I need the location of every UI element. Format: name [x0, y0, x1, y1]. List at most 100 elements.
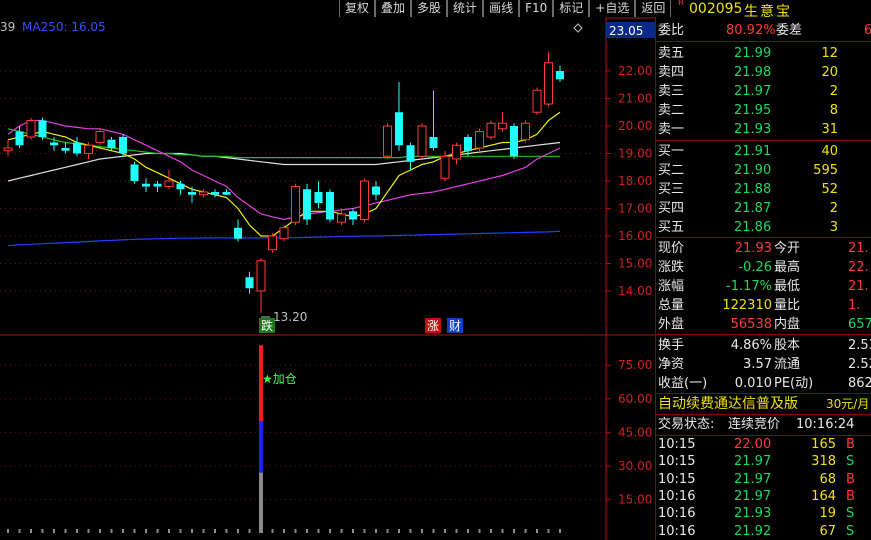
ask-row[interactable]: 卖四 21.98 20 — [656, 63, 871, 82]
fin-value: 2.53 — [848, 338, 871, 353]
fin-value: 862 — [848, 376, 871, 391]
candle[interactable] — [26, 117, 36, 140]
tag-up[interactable]: 涨 — [427, 318, 439, 333]
candle-body — [475, 131, 484, 149]
promo-banner[interactable]: 自动续费通达信普及版 30元/月 — [656, 395, 871, 414]
book-label: 买五 — [658, 220, 685, 235]
indicator-base-mark — [99, 529, 101, 533]
stat-value: -0.26 — [738, 260, 772, 275]
toolbar-button-2[interactable]: 多股 — [411, 0, 448, 17]
stat-row: 涨跌 -0.26 最高 22. — [656, 258, 871, 277]
book-label: 卖四 — [658, 65, 685, 80]
candle-body — [256, 260, 266, 292]
candle[interactable] — [130, 161, 139, 184]
candle-body — [279, 227, 289, 240]
book-price: 21.95 — [734, 103, 772, 118]
ask-row[interactable]: 卖一 21.93 31 — [656, 120, 871, 139]
tick-side: S — [846, 454, 855, 470]
toolbar-button-1[interactable]: 叠加 — [375, 0, 412, 17]
candle[interactable] — [119, 134, 127, 157]
weicha-label: 委差 — [776, 23, 803, 38]
trade-status-value: 连续竞价 — [728, 417, 781, 432]
tick-row: 10:16 21.93 19 S — [656, 505, 871, 522]
fin-label: 流通 — [774, 357, 801, 372]
candle[interactable] — [326, 189, 334, 223]
tick-time: 10:16 — [658, 523, 696, 539]
ask-row[interactable]: 卖五 21.99 12 — [656, 44, 871, 63]
stat-label: 最高 — [774, 260, 801, 275]
fin-label: 股本 — [774, 338, 801, 353]
book-price: 21.88 — [734, 182, 772, 197]
candle[interactable] — [303, 183, 311, 225]
toolbar-button-0[interactable]: 复权 — [339, 0, 376, 17]
toolbar-button-7[interactable]: +自选 — [589, 0, 636, 17]
candle[interactable] — [486, 120, 496, 140]
book-volume: 31 — [821, 122, 838, 137]
candle-body — [314, 192, 323, 203]
fin-label: 换手 — [658, 338, 685, 353]
candle-body — [291, 186, 300, 223]
weicha-value: 6 — [864, 21, 871, 40]
stat-value: 21. — [848, 241, 869, 256]
indicator-base-mark — [547, 529, 550, 533]
candle[interactable] — [417, 123, 427, 159]
candle[interactable] — [510, 123, 518, 159]
tick-time: 10:15 — [658, 454, 696, 470]
indicator-base-mark — [225, 529, 228, 533]
candle[interactable] — [383, 123, 392, 159]
indicator-base-mark — [329, 529, 331, 533]
sep-line — [656, 41, 871, 42]
tick-side: B — [846, 437, 855, 452]
candle-body — [544, 62, 553, 105]
indicator-base-mark — [386, 529, 389, 533]
candle[interactable] — [95, 128, 105, 146]
kline-chart[interactable]: 22.00 21.00 20.00 19.00 18.00 17.00 16.00 15.00… — [0, 0, 655, 540]
candle[interactable] — [291, 183, 300, 225]
indicator-base-mark — [122, 529, 124, 533]
candle[interactable] — [268, 233, 277, 253]
candle-body — [107, 139, 116, 148]
candle[interactable] — [38, 117, 47, 140]
ask-row[interactable]: 卖三 21.97 2 — [656, 82, 871, 101]
bid-row[interactable]: 买五 21.86 3 — [656, 218, 871, 237]
candle-body — [61, 148, 70, 151]
candle-body — [95, 131, 105, 143]
candle[interactable] — [532, 87, 542, 116]
promo-price[interactable]: 30元/月 — [826, 395, 869, 414]
tick-volume: 318 — [811, 454, 836, 470]
toolbar-button-8[interactable]: 返回 — [635, 0, 672, 17]
book-price: 21.97 — [734, 84, 772, 99]
candle[interactable] — [279, 225, 289, 242]
toolbar-button-5[interactable]: F10 — [519, 0, 554, 17]
candle[interactable] — [360, 178, 369, 223]
promo-text[interactable]: 自动续费通达信普及版 — [658, 395, 798, 414]
book-label: 卖二 — [658, 103, 685, 118]
tick-volume: 68 — [819, 471, 836, 487]
bid-row[interactable]: 买四 21.87 2 — [656, 199, 871, 218]
toolbar-button-6[interactable]: 标记 — [553, 0, 590, 17]
bid-row[interactable]: 买三 21.88 52 — [656, 180, 871, 199]
ask-row[interactable]: 卖二 21.95 8 — [656, 101, 871, 120]
toolbar-button-4[interactable]: 画线 — [483, 0, 520, 17]
candle-body — [383, 125, 392, 157]
tick-volume: 165 — [811, 437, 836, 452]
candle[interactable] — [521, 120, 530, 143]
toolbar-button-3[interactable]: 统计 — [447, 0, 484, 17]
fin-value: 0.010 — [734, 376, 772, 391]
tag-fin[interactable]: 财 — [449, 319, 461, 333]
indicator-base-mark — [7, 529, 9, 533]
book-label: 卖一 — [658, 122, 685, 137]
candle-body — [73, 142, 81, 154]
book-price: 21.86 — [734, 220, 772, 235]
bid-row[interactable]: 买二 21.90 595 — [656, 161, 871, 180]
tag-down[interactable]: 跌 — [261, 318, 273, 333]
candle-body — [234, 227, 242, 239]
indicator-base-mark — [340, 529, 343, 533]
indicator-base-mark — [145, 529, 147, 533]
book-volume: 12 — [821, 46, 838, 61]
bid-row[interactable]: 买一 21.91 40 — [656, 142, 871, 161]
sep-line — [656, 393, 871, 394]
candle-body — [417, 125, 427, 157]
weibi-label: 委比 — [658, 23, 685, 38]
price-tick-label: 16.00 — [618, 229, 652, 243]
